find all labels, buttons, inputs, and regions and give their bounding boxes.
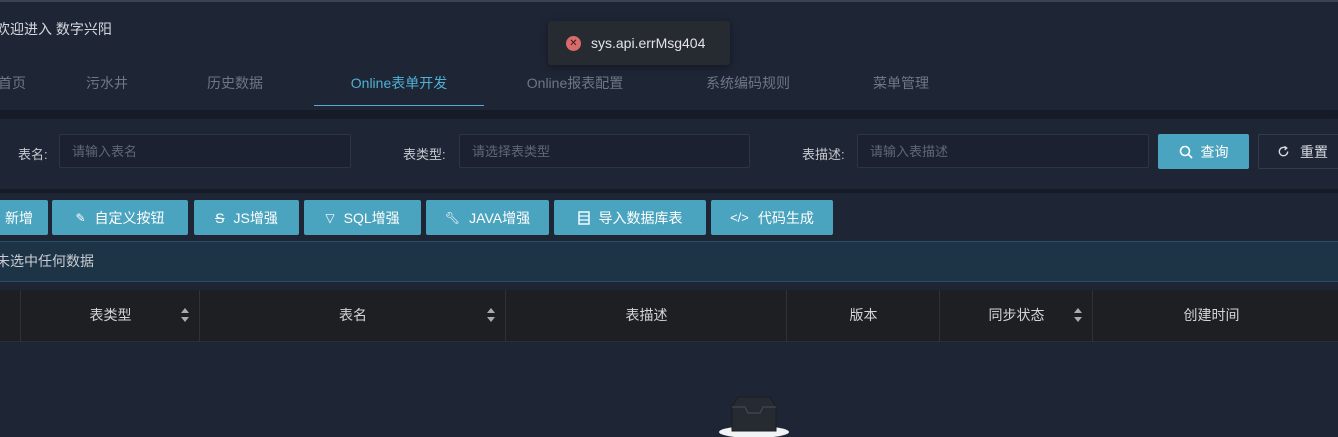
section-divider [0, 110, 1338, 119]
error-toast: ✕ sys.api.errMsg404 [548, 21, 730, 65]
code-icon: </> [730, 210, 749, 225]
header-label-sync-status: 同步状态 [988, 307, 1045, 323]
header-cell-version: 版本 [786, 290, 940, 342]
sort-icon[interactable] [1073, 308, 1083, 324]
table-header: 表类型 表名 表描述 版本 同步状态 创建时间 [0, 290, 1338, 342]
database-icon [577, 210, 590, 225]
tab-history-data[interactable]: 历史数据 [192, 64, 278, 106]
java-enhance-label: JAVA增强 [469, 209, 531, 226]
header-cell-table-name[interactable]: 表名 [199, 290, 506, 342]
add-label: 新增 [5, 209, 33, 226]
sql-enhance-button[interactable]: ▽ SQL增强 [304, 200, 421, 235]
custom-button-label: 自定义按钮 [94, 209, 165, 226]
table-desc-label: 表描述: [802, 147, 845, 162]
table-type-label: 表类型: [403, 147, 446, 162]
search-form: 表名: 表类型: 表描述: 查询 重置 [0, 119, 1338, 189]
tab-sewer-well[interactable]: 污水井 [72, 64, 142, 106]
action-toolbar: 新增 ✎ 自定义按钮 S JS增强 ▽ SQL增强 🔧︎ JAVA增强 导入数据… [0, 193, 1338, 241]
js-enhance-button[interactable]: S JS增强 [194, 200, 299, 235]
custom-button-button[interactable]: ✎ 自定义按钮 [52, 200, 188, 235]
sql-enhance-label: SQL增强 [343, 209, 400, 226]
header-label-version: 版本 [849, 307, 878, 323]
brush-icon: ✎ [75, 210, 86, 225]
selection-alert: 未选中任何数据 [0, 241, 1338, 282]
tab-system-code-rules[interactable]: 系统编码规则 [690, 64, 806, 106]
header-cell-table-type[interactable]: 表类型 [20, 290, 200, 342]
code-generate-label: 代码生成 [757, 209, 814, 226]
error-icon: ✕ [566, 35, 581, 51]
empty-inbox-icon [719, 396, 789, 437]
add-button[interactable]: 新增 [0, 200, 48, 235]
table-desc-input[interactable] [857, 134, 1149, 168]
code-generate-button[interactable]: </> 代码生成 [711, 200, 833, 235]
header-cell-checkbox [0, 290, 21, 342]
search-icon [1179, 145, 1193, 159]
header-cell-table-desc: 表描述 [505, 290, 787, 342]
tab-menu-management[interactable]: 菜单管理 [858, 64, 944, 106]
table-gap [0, 282, 1338, 290]
js-enhance-label: JS增强 [233, 209, 278, 226]
import-db-table-label: 导入数据库表 [598, 209, 683, 226]
tab-home[interactable]: 首页 [0, 64, 32, 106]
nav-tabs: 首页 污水井 历史数据 Online表单开发 Online报表配置 系统编码规则… [0, 64, 1338, 106]
table-body [0, 342, 1338, 437]
import-db-table-button[interactable]: 导入数据库表 [554, 200, 706, 235]
java-enhance-button[interactable]: 🔧︎ JAVA增强 [426, 200, 549, 235]
table-name-label: 表名: [18, 147, 48, 162]
header-label-table-name: 表名 [339, 307, 367, 323]
query-button[interactable]: 查询 [1158, 134, 1249, 169]
tab-online-report-config[interactable]: Online报表配置 [512, 64, 638, 106]
wrench-icon: 🔧︎ [444, 210, 461, 225]
header-label-created-time: 创建时间 [1183, 307, 1240, 323]
table-name-input[interactable] [59, 134, 351, 168]
sort-icon[interactable] [486, 308, 496, 324]
sort-icon[interactable] [180, 308, 190, 324]
header-label-table-desc: 表描述 [625, 307, 668, 323]
welcome-text: 欢迎进入 数字兴阳 [0, 21, 112, 37]
reset-label: 重置 [1300, 143, 1328, 160]
tab-online-form-dev[interactable]: Online表单开发 [314, 64, 484, 106]
toast-message: sys.api.errMsg404 [591, 35, 706, 51]
table-type-select[interactable] [459, 134, 750, 168]
header-cell-sync-status[interactable]: 同步状态 [939, 290, 1093, 342]
query-label: 查询 [1200, 143, 1229, 160]
strikethrough-icon: S [215, 209, 225, 226]
filter-icon: ▽ [325, 210, 335, 225]
header-label-table-type: 表类型 [89, 307, 132, 323]
reset-button[interactable]: 重置 [1258, 134, 1338, 169]
header-cell-created-time: 创建时间 [1092, 290, 1338, 342]
reload-icon [1278, 145, 1289, 157]
selection-alert-text: 未选中任何数据 [0, 253, 94, 269]
